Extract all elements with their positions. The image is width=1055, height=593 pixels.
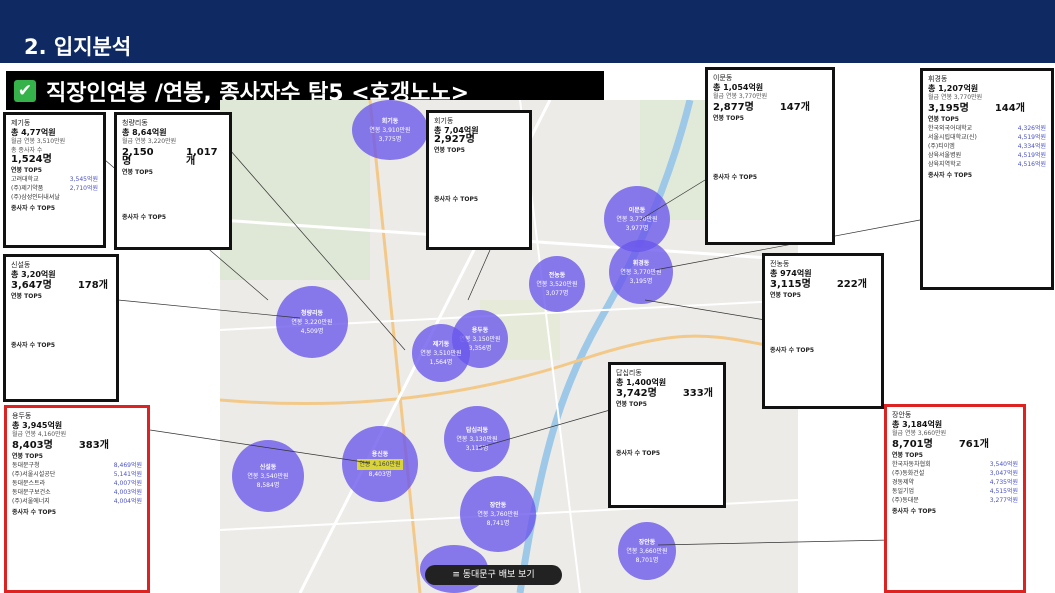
card-hwigyeong: 휘경동 총 1,207억원 월급 연봉 3,770만원 3,195명 144개 … xyxy=(920,68,1054,290)
card-jegi: 제기동 총 4,77억원 월급 연봉 3,510만원 총 종사자 수 1,524… xyxy=(3,112,106,248)
card-dapsimni: 답십리동 총 1,400억원 3,742명 333개 연봉 TOP5 종사자 수… xyxy=(608,362,726,508)
card-jeonnong: 전농동 총 974억원 3,115명 222개 연봉 TOP5 종사자 수 TO… xyxy=(762,253,884,409)
card-jangan: 장안동 총 3,184억원 월급 연봉 3,660만원 8,701명 761개 … xyxy=(884,404,1026,593)
card-yongdu: 용두동 총 3,945억원 월급 연봉 4,160만원 8,403명 383개 … xyxy=(4,405,150,593)
card-cheongnyangni: 청량리동 총 8,64억원 월급 연봉 3,220만원 2,150명 1,017… xyxy=(114,112,232,250)
card-hoegi: 회기동 총 7,04억원 2,927명 연봉 TOP5 종사자 수 TOP5 xyxy=(426,110,532,250)
card-sinseol: 신설동 총 3,20억원 3,647명 178개 연봉 TOP5 종사자 수 T… xyxy=(3,254,119,402)
card-imun: 이문동 총 1,054억원 월급 연봉 3,770만원 2,877명 147개 … xyxy=(705,67,835,245)
